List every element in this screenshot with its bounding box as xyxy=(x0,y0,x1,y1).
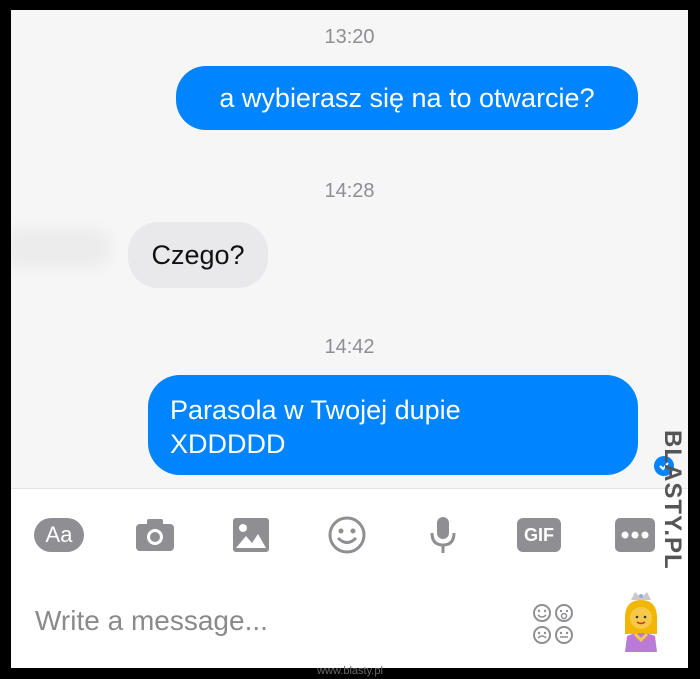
outgoing-message[interactable]: a wybierasz się na to otwarcie? xyxy=(176,66,638,130)
camera-icon xyxy=(136,519,174,551)
smiley-icon xyxy=(328,516,366,554)
image-icon xyxy=(233,518,269,552)
messenger-screen: 13:20 a wybierasz się na to otwarcie? 14… xyxy=(11,10,688,668)
message-line: Parasola w Twojej dupie xyxy=(170,395,461,425)
composer-toolbar: Aa GIF xyxy=(11,488,688,579)
timestamp: 14:42 xyxy=(324,336,375,358)
gif-label: GIF xyxy=(517,518,561,552)
text-format-button[interactable]: Aa xyxy=(32,513,86,557)
message-input[interactable]: Write a message... xyxy=(35,605,268,637)
outgoing-message[interactable]: Parasola w Twojej dupie XDDDDD xyxy=(148,375,638,475)
gallery-button[interactable] xyxy=(224,513,278,557)
aa-label: Aa xyxy=(34,518,84,552)
quick-reaction-button[interactable] xyxy=(619,590,663,657)
watermark-text: BLASTY.PL xyxy=(659,430,686,570)
blurred-avatar xyxy=(11,228,111,268)
incoming-message[interactable]: Czego? xyxy=(128,222,268,288)
timestamp: 14:28 xyxy=(324,180,375,202)
sticker-button[interactable] xyxy=(531,602,575,651)
microphone-icon xyxy=(430,517,456,553)
princess-emoji-icon xyxy=(625,592,657,652)
emoji-button[interactable] xyxy=(320,513,374,557)
more-button[interactable] xyxy=(608,513,662,557)
message-line: XDDDDD xyxy=(170,429,286,459)
conversation-area: 13:20 a wybierasz się na to otwarcie? 14… xyxy=(11,10,688,488)
watermark-url: www.blasty.pl xyxy=(317,665,383,677)
more-icon xyxy=(615,518,655,552)
composer[interactable]: Write a message... xyxy=(11,578,688,668)
timestamp: 13:20 xyxy=(324,26,375,48)
camera-button[interactable] xyxy=(128,513,182,557)
voice-button[interactable] xyxy=(416,513,470,557)
sticker-grid-icon xyxy=(533,604,573,644)
gif-button[interactable]: GIF xyxy=(512,513,566,557)
